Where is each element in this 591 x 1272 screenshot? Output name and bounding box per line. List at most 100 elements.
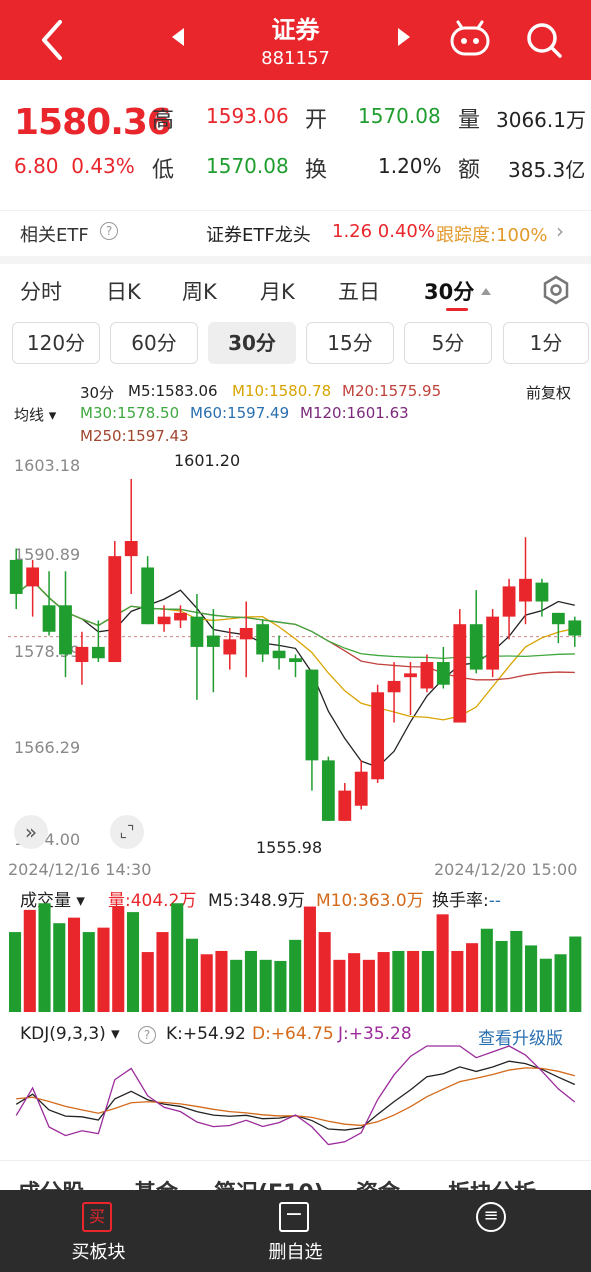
volume-bar	[377, 952, 390, 1012]
search-icon[interactable]	[524, 20, 564, 60]
menu-circle-icon: ≡	[476, 1202, 506, 1232]
open-value: 1570.08	[358, 104, 441, 128]
candle-body	[404, 673, 417, 678]
kdj-k-line	[15, 1060, 576, 1131]
ma-period: 30分	[80, 384, 115, 402]
candle-body	[502, 586, 516, 617]
buy-sector-button[interactable]: 买 买板块	[0, 1190, 197, 1272]
turnover-value: 1.20%	[378, 154, 442, 178]
candle-body	[223, 639, 237, 655]
settings-icon[interactable]	[540, 274, 572, 306]
high-label: 高	[152, 108, 175, 133]
ma-line-selector[interactable]: 均线 ▾	[14, 404, 56, 425]
volume-bar	[525, 945, 538, 1012]
bottom-toolbar: 买 买板块 − 删自选 ≡	[0, 1190, 591, 1272]
volume-bar	[554, 954, 567, 1012]
help-icon[interactable]: ?	[100, 222, 118, 240]
volume-bar	[495, 940, 508, 1012]
tab-120min[interactable]: 120分	[12, 322, 100, 364]
candle-body	[551, 612, 565, 625]
tab-intraday[interactable]: 分时	[20, 276, 62, 306]
expand-arrow-icon[interactable]: »	[14, 815, 48, 849]
candle-body	[157, 616, 171, 625]
candle-body	[75, 646, 89, 663]
fullscreen-icon[interactable]: ⌞⌝	[110, 815, 144, 849]
tab-f10[interactable]: 简况(F10)	[214, 1175, 324, 1190]
tab-30min-sub[interactable]: 30分	[208, 322, 296, 364]
ma10-label: M10:1580.78	[232, 382, 332, 400]
volume-bar	[289, 939, 302, 1012]
candle-body	[239, 627, 253, 640]
low-value: 1570.08	[206, 154, 289, 178]
tab-weekly-k[interactable]: 周K	[182, 276, 217, 306]
sub-tabs: 成分股 基金 简况(F10) 资金 板块分析	[0, 1160, 591, 1190]
fuquan-label[interactable]: 前复权	[526, 382, 571, 403]
ma30-label: M30:1578.50	[80, 404, 180, 422]
candle-body	[108, 556, 122, 663]
etf-name: 证券ETF龙头	[206, 225, 311, 246]
remove-watchlist-button[interactable]: − 删自选	[197, 1190, 394, 1272]
volume-bar	[23, 909, 36, 1012]
volume-label: 量	[458, 108, 481, 133]
tab-funds[interactable]: 基金	[134, 1175, 178, 1190]
volume-bar	[348, 953, 361, 1012]
tab-sector-analysis[interactable]: 板块分析	[448, 1175, 536, 1190]
volume-bar	[436, 914, 449, 1012]
volume-value: 3066.1万	[496, 108, 586, 132]
next-stock-icon[interactable]	[396, 26, 412, 48]
amount-label: 额	[458, 158, 481, 183]
low-label: 低	[152, 158, 175, 183]
tab-five-day[interactable]: 五日	[338, 276, 380, 306]
candle-body	[91, 646, 105, 659]
page-title: 证券	[271, 16, 320, 44]
tab-monthly-k[interactable]: 月K	[260, 276, 295, 306]
tab-1min[interactable]: 1分	[503, 322, 589, 364]
candle-body	[420, 662, 434, 689]
candle-body	[174, 612, 187, 621]
assistant-icon[interactable]	[448, 20, 492, 60]
chevron-right-icon: ›	[556, 219, 564, 243]
candle-body	[190, 616, 204, 647]
kline-chart[interactable]	[0, 446, 591, 1160]
tab-15min[interactable]: 15分	[306, 322, 394, 364]
volume-bar	[466, 943, 479, 1012]
volume-bar	[215, 950, 228, 1012]
candle-body	[59, 605, 72, 655]
volume-bar	[259, 959, 272, 1012]
candle-body	[272, 650, 286, 659]
tab-capital[interactable]: 资金	[356, 1175, 400, 1190]
volume-bar	[97, 927, 110, 1012]
volume-bar	[67, 917, 81, 1012]
active-tab-underline	[446, 308, 468, 311]
last-price: 1580.36	[14, 102, 172, 143]
tab-60min[interactable]: 60分	[110, 322, 198, 364]
candle-body	[486, 616, 500, 670]
volume-bar	[274, 960, 287, 1012]
candle-body	[42, 605, 56, 632]
price-change: 6.80 0.43%	[14, 154, 135, 178]
volume-bar	[141, 952, 154, 1012]
related-etf-row[interactable]: 相关ETF ? 证券ETF龙头 1.26 0.40% 跟踪度:100% ›	[0, 210, 591, 250]
volume-bar	[407, 950, 420, 1012]
tab-constituents[interactable]: 成分股	[18, 1175, 84, 1190]
volume-bar	[112, 906, 125, 1012]
kdj-j-line	[15, 1045, 576, 1146]
more-menu-button[interactable]: ≡	[394, 1190, 591, 1272]
stock-code: 881157	[261, 48, 330, 69]
quote-panel: 1580.36 6.80 0.43% 高 1593.06 开 1570.08 量…	[0, 80, 591, 200]
tab-5min[interactable]: 5分	[404, 322, 492, 364]
volume-bar	[318, 932, 331, 1012]
tab-daily-k[interactable]: 日K	[106, 276, 141, 306]
volume-bar	[510, 930, 523, 1012]
etf-label: 相关ETF	[20, 225, 89, 246]
ma250-label: M250:1597.43	[80, 427, 189, 445]
prev-stock-icon[interactable]	[170, 26, 186, 48]
volume-bar	[200, 954, 213, 1012]
turnover-label: 换	[305, 158, 328, 183]
volume-bar	[333, 959, 346, 1012]
candle-body	[535, 582, 549, 602]
tab-30min[interactable]: 30分	[424, 276, 474, 306]
kdj-d-line	[16, 1067, 575, 1127]
etf-tracking: 跟踪度:100%	[436, 225, 548, 246]
volume-bar	[230, 959, 243, 1012]
